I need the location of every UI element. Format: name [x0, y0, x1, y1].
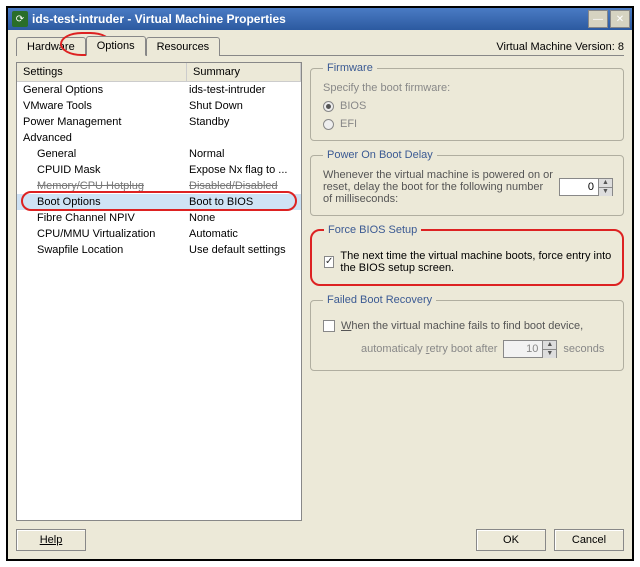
legend-boot-delay: Power On Boot Delay: [323, 149, 437, 161]
boot-delay-spinner[interactable]: ▲▼: [559, 178, 613, 196]
list-summary: Standby: [187, 116, 301, 128]
list-row[interactable]: GeneralNormal: [17, 146, 301, 162]
radio-efi: [323, 119, 334, 130]
list-label: VMware Tools: [17, 100, 187, 112]
group-force-bios: Force BIOS Setup The next time the virtu…: [310, 224, 624, 286]
legend-force-bios: Force BIOS Setup: [324, 224, 421, 236]
list-label: Fibre Channel NPIV: [17, 212, 187, 224]
list-row[interactable]: Swapfile LocationUse default settings: [17, 242, 301, 258]
vm-version-label: Virtual Machine Version: 8: [496, 41, 624, 55]
list-label: General Options: [17, 84, 187, 96]
spin-down-icon[interactable]: ▼: [599, 188, 612, 196]
help-button[interactable]: Help: [16, 529, 86, 551]
col-summary[interactable]: Summary: [187, 63, 301, 81]
list-summary: Shut Down: [187, 100, 301, 112]
tab-resources[interactable]: Resources: [146, 37, 221, 56]
list-summary: ids-test-intruder: [187, 84, 301, 96]
group-failed-boot: Failed Boot Recovery When the virtual ma…: [310, 294, 624, 371]
close-button[interactable]: ✕: [610, 10, 630, 28]
list-label: CPUID Mask: [17, 164, 187, 176]
tab-options[interactable]: Options: [86, 36, 146, 56]
radio-efi-label: EFI: [340, 118, 357, 130]
firmware-text: Specify the boot firmware:: [323, 82, 613, 94]
list-summary: Normal: [187, 148, 301, 160]
boot-delay-input[interactable]: [560, 179, 598, 195]
retry-delay-input: [504, 341, 542, 357]
spin-down-icon: ▼: [543, 350, 556, 358]
list-summary: Expose Nx flag to ...: [187, 164, 301, 176]
list-header: Settings Summary: [17, 63, 301, 82]
tab-hardware[interactable]: Hardware: [16, 37, 86, 56]
col-settings[interactable]: Settings: [17, 63, 187, 81]
list-summary: Use default settings: [187, 244, 301, 256]
list-summary: Boot to BIOS: [187, 196, 301, 208]
checkbox-failed-boot[interactable]: [323, 320, 335, 332]
titlebar: ⟳ ids-test-intruder - Virtual Machine Pr…: [8, 8, 632, 30]
app-icon: ⟳: [12, 11, 28, 27]
settings-list: Settings Summary General Optionsids-test…: [16, 62, 302, 521]
cancel-button[interactable]: Cancel: [554, 529, 624, 551]
radio-bios-label: BIOS: [340, 100, 366, 112]
list-summary: Automatic: [187, 228, 301, 240]
list-label: Swapfile Location: [17, 244, 187, 256]
spin-up-icon[interactable]: ▲: [599, 179, 612, 188]
list-label: Boot Options: [17, 196, 187, 208]
seconds-label: seconds: [563, 343, 604, 355]
tab-row: Hardware Options Resources Virtual Machi…: [16, 34, 624, 56]
legend-firmware: Firmware: [323, 62, 377, 74]
legend-failed-boot: Failed Boot Recovery: [323, 294, 436, 306]
list-row[interactable]: Memory/CPU HotplugDisabled/Disabled: [17, 178, 301, 194]
list-row[interactable]: CPU/MMU VirtualizationAutomatic: [17, 226, 301, 242]
radio-bios: [323, 101, 334, 112]
list-row[interactable]: Power ManagementStandby: [17, 114, 301, 130]
list-summary: Disabled/Disabled: [187, 180, 301, 192]
list-row[interactable]: VMware ToolsShut Down: [17, 98, 301, 114]
list-label: CPU/MMU Virtualization: [17, 228, 187, 240]
spin-up-icon: ▲: [543, 341, 556, 350]
list-row[interactable]: Fibre Channel NPIVNone: [17, 210, 301, 226]
list-row[interactable]: Advanced: [17, 130, 301, 146]
group-firmware: Firmware Specify the boot firmware: BIOS…: [310, 62, 624, 141]
list-row[interactable]: CPUID MaskExpose Nx flag to ...: [17, 162, 301, 178]
checkbox-force-bios[interactable]: [324, 256, 334, 268]
failed-boot-text: When the virtual machine fails to find b…: [341, 320, 583, 332]
retry-delay-spinner: ▲▼: [503, 340, 557, 358]
list-label: Memory/CPU Hotplug: [17, 180, 187, 192]
minimize-button[interactable]: —: [588, 10, 608, 28]
failed-boot-line2: automaticaly retry boot after ▲▼ seconds: [361, 340, 613, 358]
list-label: Advanced: [17, 132, 187, 144]
boot-delay-text: Whenever the virtual machine is powered …: [323, 169, 553, 205]
list-label: General: [17, 148, 187, 160]
window-title: ids-test-intruder - Virtual Machine Prop…: [32, 12, 588, 26]
list-label: Power Management: [17, 116, 187, 128]
group-boot-delay: Power On Boot Delay Whenever the virtual…: [310, 149, 624, 216]
force-bios-text: The next time the virtual machine boots,…: [340, 250, 612, 274]
list-row[interactable]: Boot OptionsBoot to BIOS: [17, 194, 301, 210]
ok-button[interactable]: OK: [476, 529, 546, 551]
list-row[interactable]: General Optionsids-test-intruder: [17, 82, 301, 98]
list-summary: None: [187, 212, 301, 224]
